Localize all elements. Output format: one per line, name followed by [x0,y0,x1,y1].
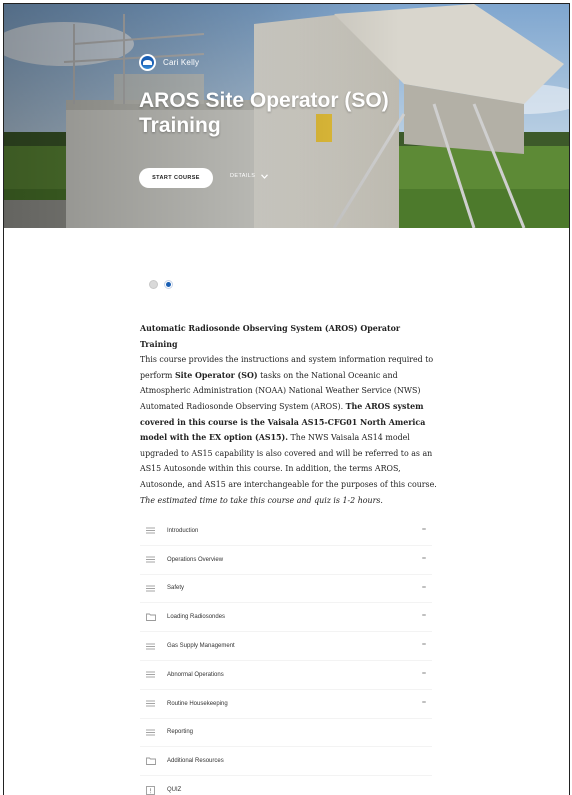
start-course-button[interactable]: START COURSE [139,168,213,188]
lesson-item[interactable]: Gas Supply Management [140,632,432,661]
list-icon [144,555,157,565]
description-heading: Automatic Radiosonde Observing System (A… [140,324,401,349]
lesson-status-mark [422,556,426,559]
lesson-status-mark [422,614,426,617]
list-icon [144,641,157,651]
lesson-label: Safety [167,585,185,592]
lesson-item[interactable]: Operations Overview [140,546,432,575]
lesson-label: Additional Resources [167,758,224,765]
quiz-icon [144,785,157,795]
lesson-label: Operations Overview [167,556,224,563]
description-bold-site-operator: Site Operator (SO) [174,370,258,380]
lesson-status-mark [422,671,426,674]
nav-dot-active[interactable] [164,280,173,289]
nav-dot-inactive[interactable] [149,280,158,289]
lesson-item[interactable]: Additional Resources [140,747,432,777]
folder-icon [144,756,157,766]
author-name: Cari Kelly [163,58,200,67]
estimated-time: The estimated time to take this course a… [140,495,383,505]
lesson-status-mark [422,643,426,646]
details-toggle[interactable]: DETAILS [230,173,269,179]
lesson-list: Introduction Operations Overview Safety … [140,517,432,795]
lesson-status-mark [422,700,426,703]
lesson-item[interactable]: Loading Radiosondes [140,603,432,633]
course-hero: Cari Kelly AROS Site Operator (SO) Train… [4,4,569,228]
lesson-item[interactable]: Reporting [140,719,432,748]
lesson-status-mark [422,585,426,588]
lesson-label: Routine Housekeeping [167,700,228,707]
lesson-status-mark [422,528,426,530]
chevron-down-icon [261,173,269,179]
lesson-item[interactable]: Routine Housekeeping [140,690,432,719]
lesson-label: Reporting [167,729,194,736]
author-row: Cari Kelly [139,54,199,71]
lesson-label: Abnormal Operations [167,671,224,678]
course-description: Automatic Radiosonde Observing System (A… [140,321,440,508]
lesson-label: Loading Radiosondes [167,614,226,621]
noaa-logo-icon [139,54,156,71]
list-icon [144,526,157,536]
lesson-label: Introduction [167,527,199,534]
list-icon [144,699,157,709]
list-icon [144,670,157,680]
lesson-item[interactable]: QUIZ [140,776,432,795]
lesson-label: Gas Supply Management [167,643,235,650]
page: Cari Kelly AROS Site Operator (SO) Train… [3,3,570,795]
list-icon [144,583,157,593]
lesson-label: QUIZ [167,787,182,794]
course-nav-dots [149,280,173,289]
list-icon [144,727,157,737]
details-label: DETAILS [230,173,256,179]
folder-icon [144,612,157,622]
course-title: AROS Site Operator (SO) Training [139,89,389,137]
lesson-item[interactable]: Introduction [140,517,432,546]
lesson-item[interactable]: Safety [140,575,432,604]
lesson-item[interactable]: Abnormal Operations [140,661,432,690]
